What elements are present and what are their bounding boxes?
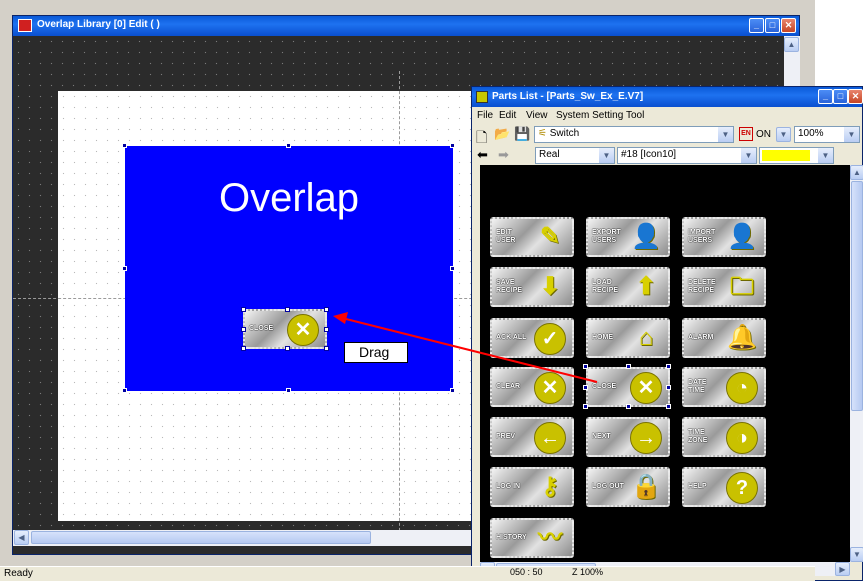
status-coordinates: 050 : 50 bbox=[510, 567, 543, 577]
drag-arrow bbox=[333, 312, 598, 383]
status-zoom: Z 100% bbox=[572, 567, 604, 577]
drag-arrow-line bbox=[341, 317, 598, 383]
status-bar: Ready 050 : 50 Z 100% bbox=[0, 566, 815, 581]
status-ready: Ready bbox=[4, 568, 33, 579]
drag-arrow-head bbox=[333, 312, 348, 324]
